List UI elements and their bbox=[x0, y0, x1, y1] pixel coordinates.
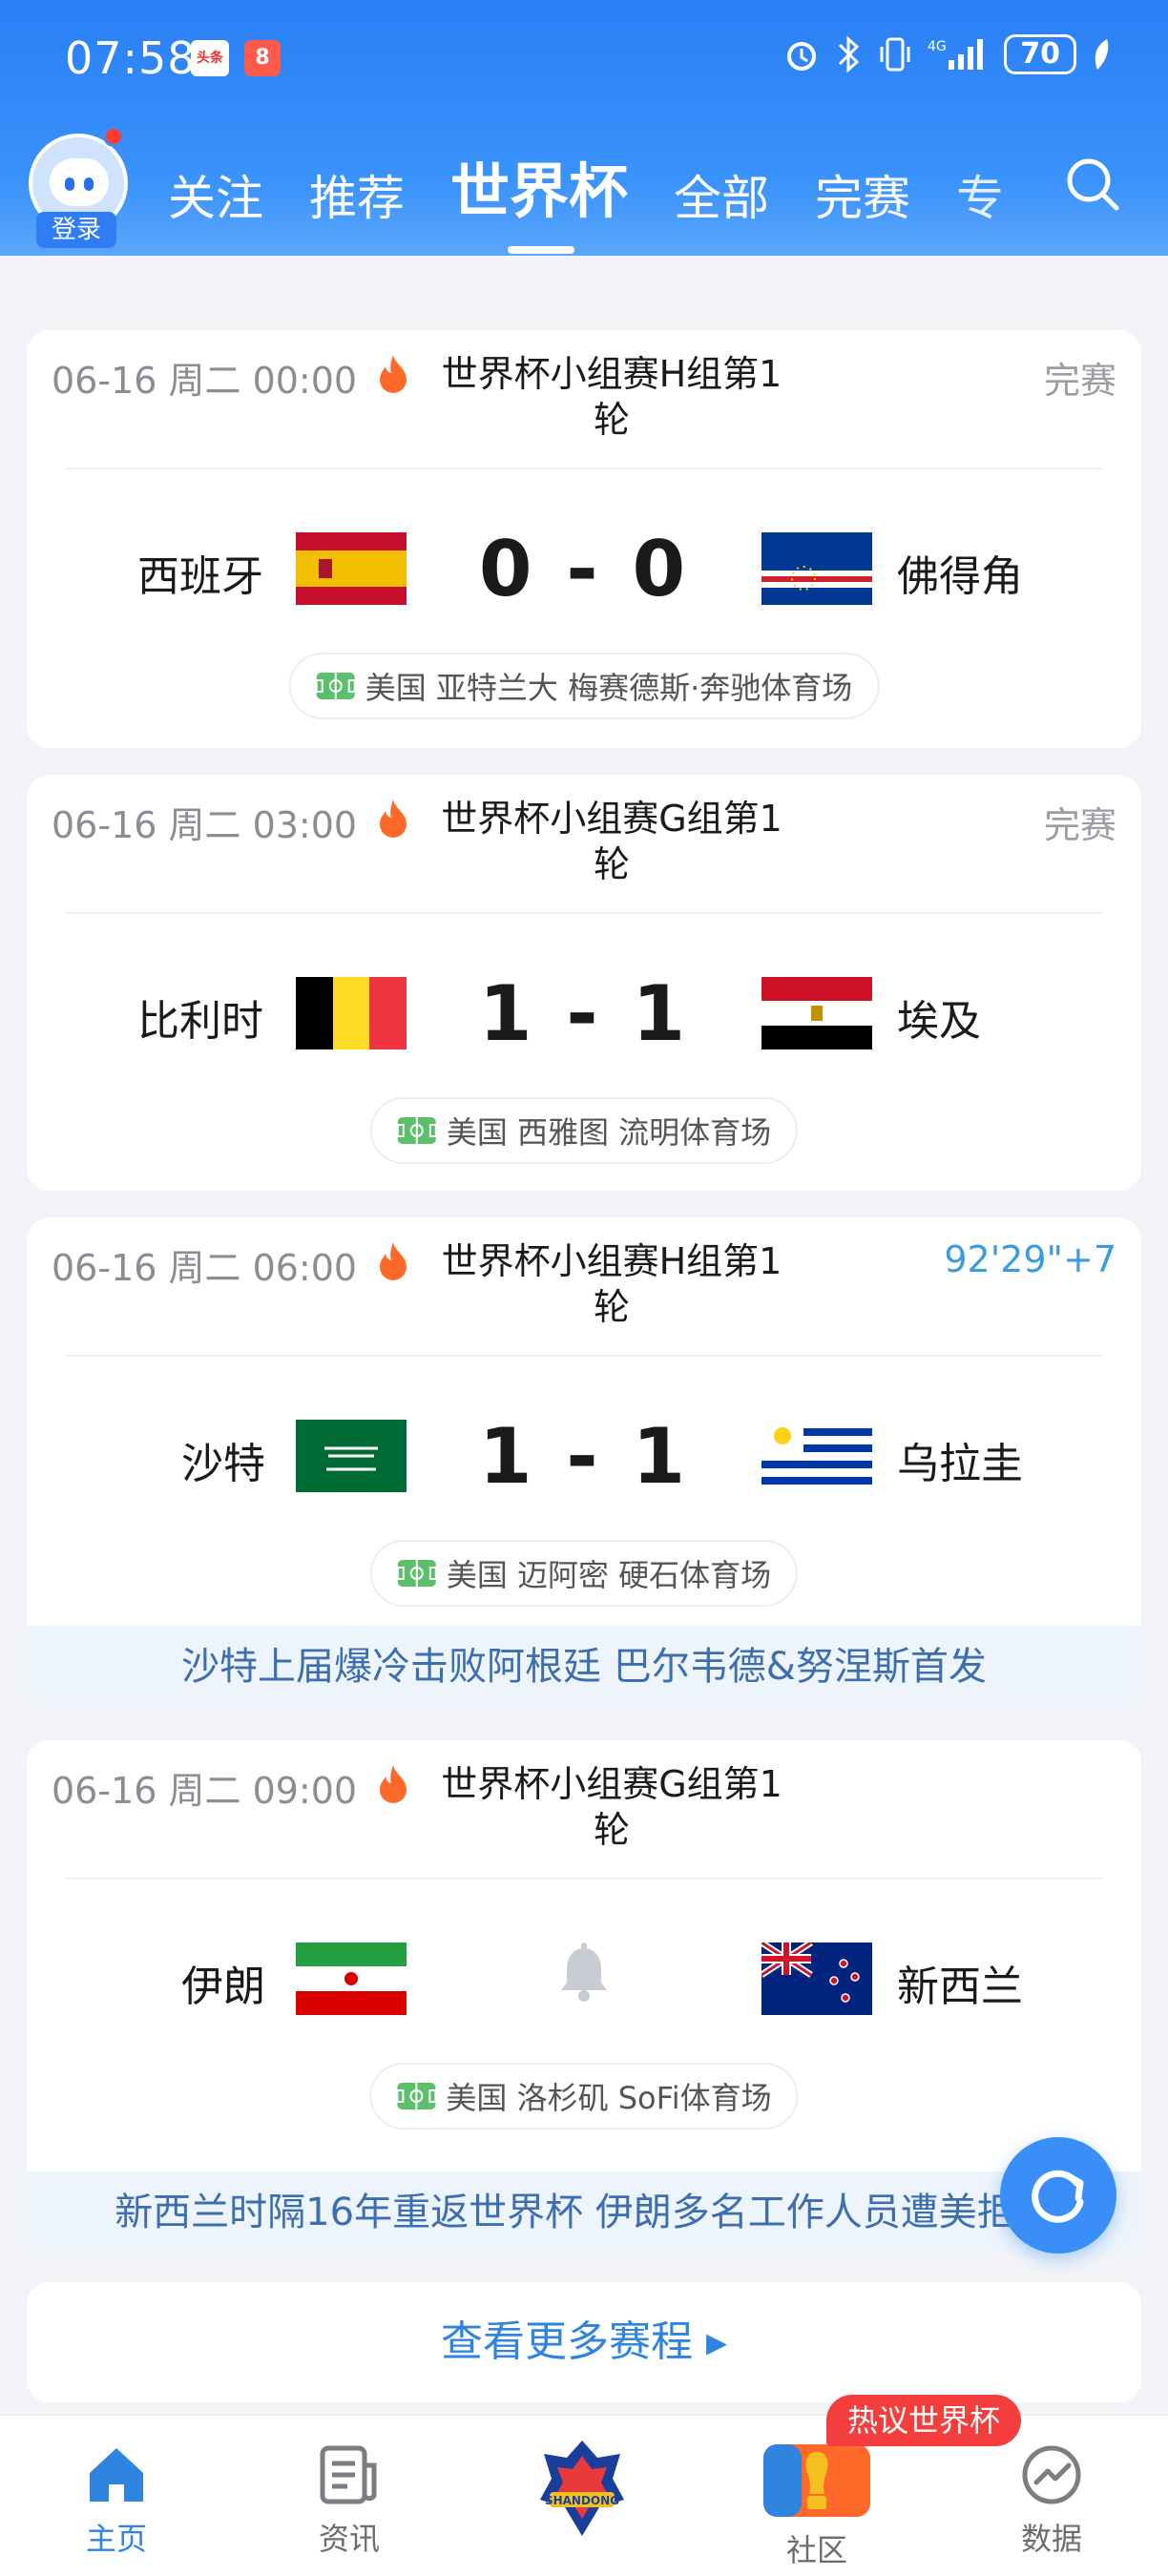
world-cup-trophy-icon bbox=[763, 2444, 870, 2517]
away-team: 埃及 bbox=[897, 997, 981, 1046]
match-datetime: 06-16 周二 00:00 bbox=[52, 360, 358, 402]
home-icon bbox=[90, 2448, 143, 2502]
match-live-time: 92'29"+7 bbox=[944, 1238, 1116, 1280]
divider bbox=[65, 467, 1103, 469]
login-button[interactable]: 登录 bbox=[36, 212, 116, 248]
match-news-link[interactable]: 新西兰时隔16年重返世界杯 伊朗多名工作人员遭美拒签 bbox=[27, 2171, 1141, 2254]
alarm-icon bbox=[787, 42, 817, 71]
svg-text:SHANDONG: SHANDONG bbox=[545, 2494, 619, 2507]
fire-icon bbox=[380, 1765, 407, 1803]
nav-community-label: 社区 bbox=[785, 2532, 847, 2568]
avatar-eye-icon bbox=[84, 177, 94, 191]
nav-home[interactable]: 主页 bbox=[50, 2441, 183, 2559]
match-card[interactable]: 06-16 周二 06:00 世界杯小组赛H组第1轮 92'29"+7 沙特 1… bbox=[27, 1217, 1141, 1708]
match-competition: 世界杯小组赛G组第1轮 bbox=[441, 798, 782, 885]
avatar-face-icon bbox=[50, 158, 109, 206]
vibrate-icon bbox=[880, 37, 910, 72]
data-chart-icon bbox=[1022, 2445, 1081, 2504]
uruguay-flag-icon bbox=[761, 1420, 872, 1492]
divider bbox=[65, 1878, 1103, 1880]
status-bar: 07:58 头条 8 4G 70 bbox=[0, 21, 1168, 97]
nav-data-label: 数据 bbox=[1020, 2521, 1082, 2557]
bell-icon[interactable] bbox=[555, 1942, 613, 2004]
fire-icon bbox=[380, 355, 407, 393]
top-header: 07:58 头条 8 4G 70 登录 关注 推荐 世界杯 全部 完赛 专 bbox=[0, 0, 1168, 256]
fire-icon bbox=[380, 1242, 407, 1280]
match-datetime: 06-16 周二 03:00 bbox=[52, 804, 358, 846]
match-news-link[interactable]: 沙特上届爆冷击败阿根廷 巴尔韦德&努涅斯首发 bbox=[27, 1626, 1141, 1708]
stadium-icon bbox=[315, 673, 356, 699]
away-team: 佛得角 bbox=[897, 552, 1023, 601]
leaf-icon bbox=[1095, 39, 1109, 70]
refresh-icon bbox=[1032, 2170, 1084, 2223]
match-card[interactable]: 06-16 周二 03:00 世界杯小组赛G组第1轮 完赛 比利时 1 - 1 … bbox=[27, 775, 1141, 1191]
match-competition: 世界杯小组赛H组第1轮 bbox=[441, 353, 782, 441]
away-team: 乌拉圭 bbox=[897, 1440, 1023, 1488]
nav-team-logo[interactable]: SHANDONG bbox=[515, 2437, 649, 2547]
egypt-flag-icon bbox=[761, 977, 872, 1049]
venue-text: 美国 迈阿密 硬石体育场 bbox=[446, 1557, 772, 1593]
venue-pill: 美国 迈阿密 硬石体育场 bbox=[369, 1540, 799, 1607]
shandong-team-logo-icon: SHANDONG bbox=[540, 2441, 624, 2536]
match-card[interactable]: 06-16 周二 00:00 世界杯小组赛H组第1轮 完赛 西班牙 0 - 0 … bbox=[27, 330, 1141, 748]
venue-text: 美国 亚特兰大 梅赛德斯·奔驰体育场 bbox=[365, 670, 853, 706]
notification-dot bbox=[103, 126, 124, 147]
divider bbox=[65, 912, 1103, 914]
tab-follow[interactable]: 关注 bbox=[168, 160, 263, 229]
venue-pill: 美国 亚特兰大 梅赛德斯·奔驰体育场 bbox=[288, 653, 880, 719]
avatar-eye-icon bbox=[65, 177, 74, 191]
tab-all[interactable]: 全部 bbox=[674, 160, 769, 229]
news-icon bbox=[320, 2445, 377, 2504]
clock: 07:58 bbox=[65, 32, 197, 84]
venue-text: 美国 洛杉矶 SoFi体育场 bbox=[446, 2080, 772, 2116]
match-status: 完赛 bbox=[1043, 804, 1116, 846]
svg-text:4G: 4G bbox=[928, 39, 947, 54]
divider bbox=[65, 1355, 1103, 1357]
away-team: 新西兰 bbox=[897, 1963, 1023, 2011]
match-competition: 世界杯小组赛H组第1轮 bbox=[441, 1240, 782, 1328]
stadium-icon bbox=[396, 2083, 437, 2109]
bluetooth-icon bbox=[839, 35, 860, 73]
top-tabs: 关注 推荐 世界杯 全部 完赛 专 bbox=[168, 153, 1050, 254]
nav-home-label: 主页 bbox=[85, 2521, 147, 2557]
nav-data[interactable]: 数据 bbox=[985, 2441, 1118, 2559]
tab-special[interactable]: 专 bbox=[956, 160, 1004, 229]
fire-icon bbox=[380, 800, 407, 838]
match-datetime: 06-16 周二 09:00 bbox=[52, 1770, 358, 1812]
iran-flag-icon bbox=[296, 1942, 407, 2015]
more-schedule-button[interactable]: 查看更多赛程 ▸ bbox=[27, 2282, 1141, 2402]
notification-app-icon: 8 bbox=[244, 40, 281, 76]
nav-community[interactable]: 社区 bbox=[750, 2441, 884, 2570]
match-card[interactable]: 06-16 周二 09:00 世界杯小组赛G组第1轮 伊朗 新西兰 美国 洛杉矶… bbox=[27, 1740, 1141, 2254]
hot-topic-badge[interactable]: 热议世界杯 bbox=[826, 2395, 1022, 2446]
stadium-icon bbox=[396, 1117, 437, 1144]
nav-news-label: 资讯 bbox=[318, 2521, 380, 2557]
nav-news[interactable]: 资讯 bbox=[282, 2441, 416, 2559]
tab-finished[interactable]: 完赛 bbox=[815, 160, 910, 229]
signal-icon: 4G bbox=[928, 39, 984, 70]
stadium-icon bbox=[396, 1560, 437, 1587]
cape-verde-flag-icon bbox=[761, 532, 872, 605]
new-zealand-flag-icon bbox=[761, 1942, 872, 2015]
match-status: 完赛 bbox=[1043, 360, 1116, 402]
match-datetime: 06-16 周二 06:00 bbox=[52, 1247, 358, 1289]
home-team: 伊朗 bbox=[181, 1963, 265, 2011]
venue-pill: 美国 洛杉矶 SoFi体育场 bbox=[369, 2063, 799, 2129]
tab-world-cup[interactable]: 世界杯 bbox=[450, 143, 628, 254]
system-icons: 4G 70 bbox=[782, 34, 1111, 74]
match-competition: 世界杯小组赛G组第1轮 bbox=[441, 1763, 782, 1851]
search-icon[interactable] bbox=[1063, 155, 1122, 214]
toutiao-app-icon: 头条 bbox=[191, 40, 229, 76]
refresh-button[interactable] bbox=[1000, 2137, 1116, 2254]
battery-indicator: 70 bbox=[1004, 34, 1076, 74]
tab-recommend[interactable]: 推荐 bbox=[309, 160, 405, 229]
venue-pill: 美国 西雅图 流明体育场 bbox=[369, 1097, 799, 1164]
venue-text: 美国 西雅图 流明体育场 bbox=[446, 1114, 772, 1151]
